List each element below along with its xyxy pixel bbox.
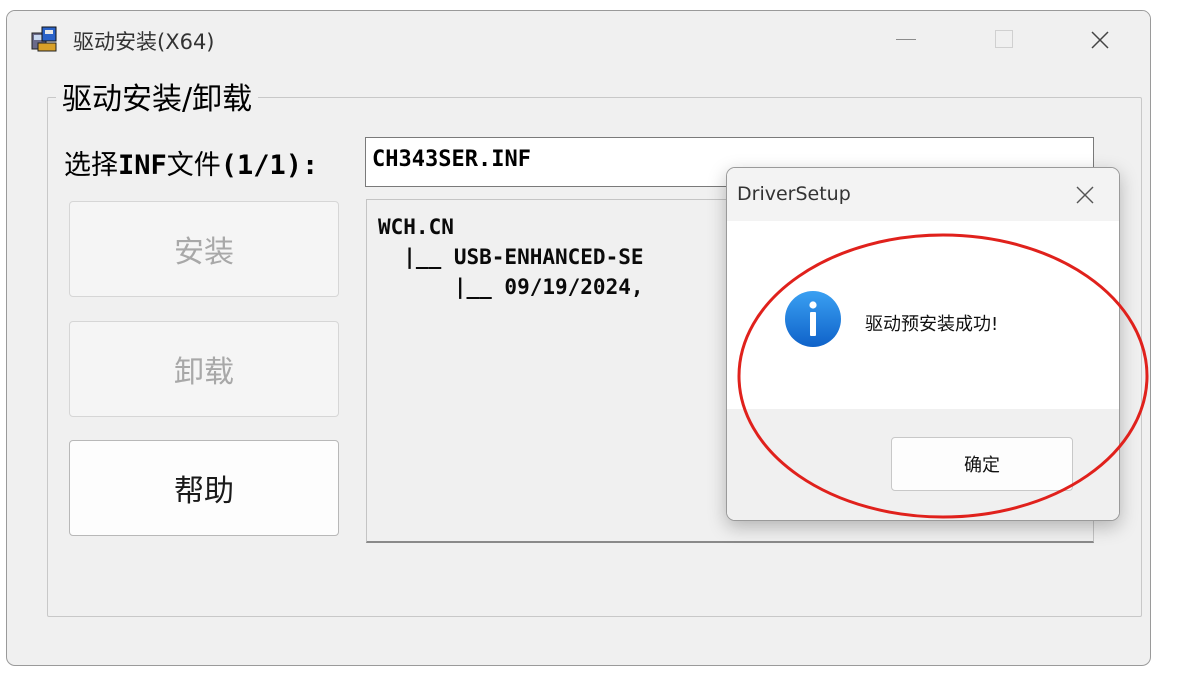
dialog-title-bar[interactable]: DriverSetup bbox=[727, 168, 1119, 221]
inf-label-suffix: (1/1): bbox=[220, 150, 319, 181]
uninstall-button[interactable]: 卸载 bbox=[69, 321, 339, 417]
window-title: 驱动安装(X64) bbox=[73, 30, 215, 54]
close-icon bbox=[1076, 186, 1094, 204]
install-button[interactable]: 安装 bbox=[69, 201, 339, 297]
tree-line-date: |__ 09/19/2024, bbox=[378, 275, 644, 299]
highlight-ellipse bbox=[737, 233, 1149, 519]
maximize-button[interactable] bbox=[982, 21, 1026, 57]
tree-line-device: |__ USB-ENHANCED-SE bbox=[378, 245, 644, 269]
dialog-title: DriverSetup bbox=[737, 183, 851, 205]
tree-line-vendor: WCH.CN bbox=[378, 215, 454, 239]
minimize-button[interactable] bbox=[884, 21, 928, 57]
inf-label-mono: INF bbox=[118, 150, 167, 181]
help-button[interactable]: 帮助 bbox=[69, 440, 339, 536]
inf-label-prefix: 选择 bbox=[64, 150, 118, 181]
groupbox-title: 驱动安装/卸载 bbox=[56, 82, 259, 118]
close-icon bbox=[1091, 31, 1109, 49]
dialog-close-button[interactable] bbox=[1065, 179, 1105, 211]
close-button[interactable] bbox=[1078, 21, 1122, 57]
title-bar[interactable]: 驱动安装(X64) bbox=[7, 11, 1150, 71]
inf-label: 选择INF文件(1/1): bbox=[64, 148, 318, 184]
installer-icon bbox=[31, 26, 57, 52]
inf-label-mid: 文件 bbox=[166, 150, 221, 181]
